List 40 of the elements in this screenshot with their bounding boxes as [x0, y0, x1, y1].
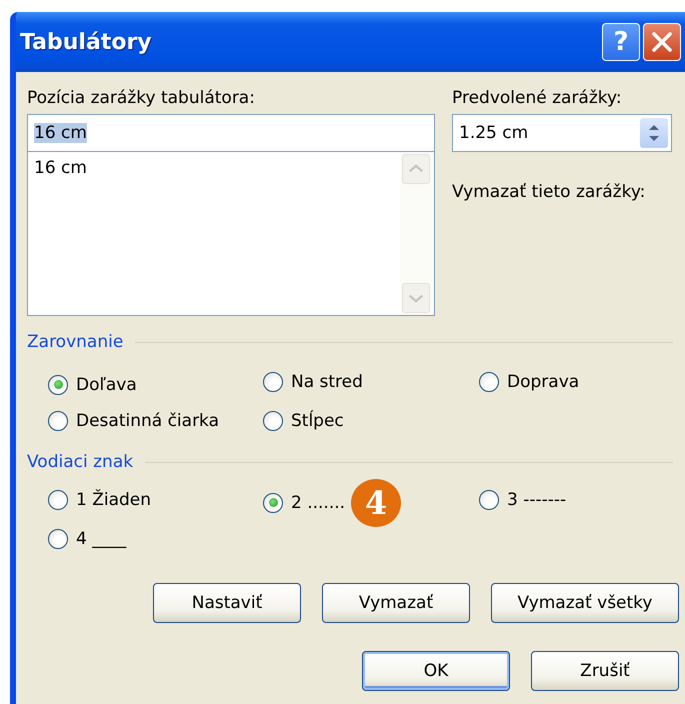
group-title: Vodiaci znak [27, 452, 134, 472]
chevron-up-icon [408, 164, 424, 174]
radio-indicator[interactable] [479, 372, 499, 392]
radio-indicator[interactable] [48, 490, 68, 510]
callout-badge: 4 [351, 478, 402, 526]
close-button[interactable] [643, 23, 681, 61]
group-title: Zarovnanie [27, 332, 124, 352]
action-button[interactable]: Nastaviť [153, 583, 301, 623]
radio-button[interactable]: 3 ------- [479, 490, 566, 510]
action-button[interactable]: Vymazať [322, 583, 470, 623]
radio-button[interactable]: Na stred [263, 372, 363, 392]
radio-button[interactable]: 2 ....... [263, 492, 346, 513]
input-field[interactable]: 16 cm [27, 114, 435, 152]
dialog-button[interactable]: OK [362, 651, 510, 691]
close-icon [650, 30, 674, 54]
chevron-down-icon [408, 293, 424, 303]
radio-indicator[interactable] [48, 529, 68, 549]
spin-field[interactable]: 1.25 cm [452, 114, 672, 152]
field-label: Pozícia zarážky tabulátora: [27, 87, 256, 110]
radio-button[interactable]: Stĺpec [263, 411, 344, 431]
action-button[interactable]: Vymazať všetky [491, 583, 679, 623]
dialog-button[interactable]: Zrušiť [531, 651, 679, 691]
radio-indicator[interactable] [48, 374, 68, 395]
radio-indicator[interactable] [263, 411, 283, 431]
field-label: Vymazať tieto zarážky: [452, 181, 646, 204]
radio-button[interactable]: 4 ____ [48, 529, 126, 549]
list-item[interactable]: 16 cm [34, 158, 87, 178]
radio-button[interactable]: 1 Žiaden [48, 490, 152, 510]
radio-button[interactable]: Desatinná čiarka [48, 411, 220, 431]
field-label: Predvolené zarážky: [452, 87, 623, 110]
spin-button[interactable] [640, 118, 668, 148]
radio-indicator[interactable] [263, 372, 283, 392]
radio-indicator[interactable] [263, 492, 283, 513]
spin-arrows-icon [647, 122, 661, 144]
radio-indicator[interactable] [479, 490, 499, 510]
radio-indicator[interactable] [48, 411, 68, 431]
radio-button[interactable]: Doprava [479, 372, 580, 392]
tab-stop-list[interactable]: 16 cm [27, 152, 435, 316]
radio-button[interactable]: Doľava [48, 374, 137, 395]
window-title: Tabulátory [20, 30, 153, 54]
